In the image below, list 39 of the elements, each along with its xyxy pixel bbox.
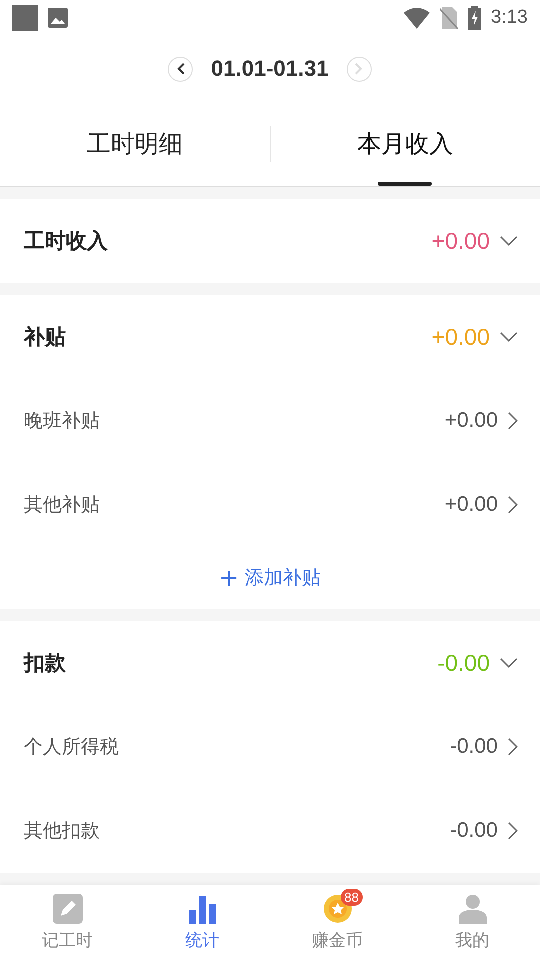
bar-chart-icon [188,894,216,924]
chevron-right-icon [355,63,364,75]
item-amount: +0.00 [444,409,498,433]
item-label: 个人所得税 [24,735,120,760]
chevron-right-icon[interactable] [508,738,518,756]
battery-icon [468,6,482,30]
section-title: 补贴 [24,324,67,351]
chevron-right-icon[interactable] [508,412,518,430]
section-amount: +0.00 [432,324,490,350]
item-amount: -0.00 [450,819,498,843]
nav-tab[interactable]: 我的 [405,885,540,960]
chevron-down-icon[interactable] [500,236,518,246]
person-icon [458,894,488,924]
item-label: 其他补贴 [24,493,101,518]
chevron-right-icon[interactable] [508,496,518,514]
item-label: 晚班补贴 [24,409,101,434]
section-title: 扣款 [24,650,67,677]
item-amount: -0.00 [450,735,498,759]
chevron-left-icon [176,63,185,75]
section-amount: +0.00 [432,228,490,254]
previous-button[interactable] [168,56,194,82]
chevron-down-icon[interactable] [500,332,518,342]
image-icon [48,8,68,28]
pencil-icon [52,894,82,924]
app-square-icon [12,5,38,31]
section-title: 工时收入 [24,228,109,255]
section-amount: -0.00 [438,650,490,676]
status-time: 3:13 [491,7,528,29]
nav-tab[interactable]: 记工时 [0,885,135,960]
wifi-icon [404,7,430,29]
date-range: 01.01-01.31 [211,56,329,82]
count-badge: 88 [340,889,363,906]
nav-tab[interactable]: 88 赚金币 [270,885,405,960]
item-amount: +0.00 [444,493,498,517]
no-sim-icon [440,7,458,29]
item-label: 其他扣款 [24,819,101,844]
chevron-right-icon[interactable] [508,822,518,840]
nav-tab[interactable]: 统计 [135,885,270,960]
chevron-down-icon[interactable] [500,658,518,668]
